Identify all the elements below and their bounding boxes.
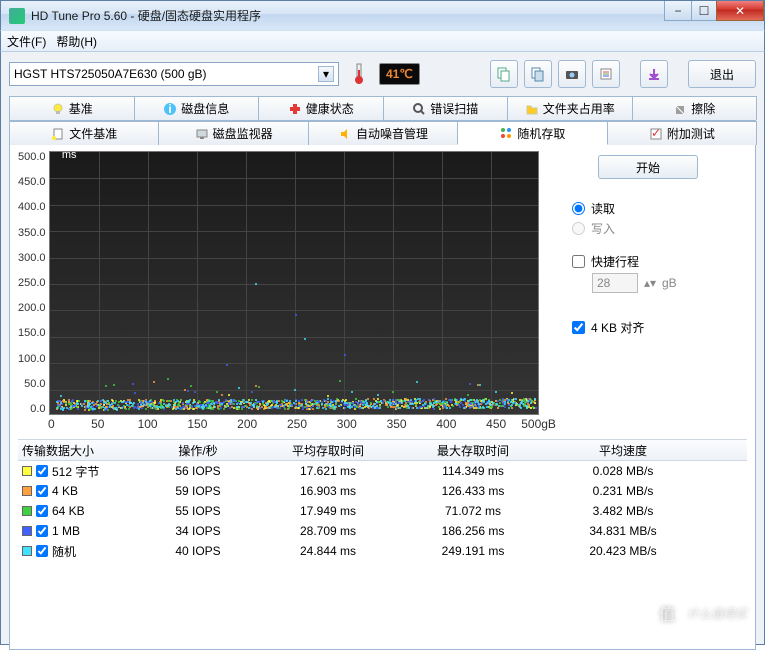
search-icon — [412, 102, 426, 116]
results-header: 传输数据大小操作/秒平均存取时间最大存取时间平均速度 — [18, 439, 747, 461]
read-radio[interactable]: 读取 — [572, 200, 747, 217]
tab-search[interactable]: 错误扫描 — [383, 96, 509, 120]
options-button[interactable] — [592, 60, 620, 88]
chart-x-axis: 050100150200250300350400450500gB — [48, 415, 556, 431]
folder-icon — [525, 102, 539, 116]
toolbar: HGST HTS725050A7E630 (500 gB) ▾ 41℃ 退出 — [9, 60, 756, 88]
temperature-value: 41℃ — [379, 63, 420, 85]
table-row: 64 KB55 IOPS17.949 ms71.072 ms3.482 MB/s — [18, 501, 747, 521]
write-radio[interactable]: 写入 — [572, 220, 747, 237]
window-frame: HGST HTS725050A7E630 (500 gB) ▾ 41℃ 退出 基… — [0, 52, 765, 645]
drive-select-value: HGST HTS725050A7E630 (500 gB) — [14, 67, 207, 81]
tab-erase[interactable]: 擦除 — [632, 96, 758, 120]
shortstroke-size: 28 ▴▾ gB — [572, 273, 747, 293]
color-swatch — [22, 506, 32, 516]
side-panel: 开始 读取 写入 快捷行程 28 ▴▾ gB 4 KB 对齐 — [568, 151, 747, 431]
copy-info-button[interactable] — [490, 60, 518, 88]
tabs-row-2: 文件基准磁盘监视器自动噪音管理随机存取✓附加测试 — [9, 121, 756, 145]
table-row: 512 字节56 IOPS17.621 ms114.349 ms0.028 MB… — [18, 461, 747, 481]
maximize-button[interactable]: ☐ — [691, 1, 717, 21]
tab-folder[interactable]: 文件夹占用率 — [507, 96, 633, 120]
window-title: HD Tune Pro 5.60 - 硬盘/固态硬盘实用程序 — [31, 7, 261, 24]
row-checkbox[interactable] — [36, 465, 48, 477]
tab-info[interactable]: i磁盘信息 — [134, 96, 260, 120]
shortstroke-check[interactable]: 快捷行程 — [572, 253, 747, 270]
color-swatch — [22, 486, 32, 496]
row-checkbox[interactable] — [36, 525, 48, 537]
color-swatch — [22, 546, 32, 556]
monitor-icon — [195, 127, 209, 141]
results-table: 传输数据大小操作/秒平均存取时间最大存取时间平均速度 512 字节56 IOPS… — [18, 439, 747, 561]
start-button[interactable]: 开始 — [598, 155, 698, 179]
align-check[interactable]: 4 KB 对齐 — [572, 319, 747, 336]
screenshot-button[interactable] — [558, 60, 586, 88]
row-checkbox[interactable] — [36, 485, 48, 497]
menubar: 文件(F) 帮助(H) — [0, 30, 765, 52]
drive-select[interactable]: HGST HTS725050A7E630 (500 gB) ▾ — [9, 62, 339, 86]
table-row: 1 MB34 IOPS28.709 ms186.256 ms34.831 MB/… — [18, 521, 747, 541]
chevron-down-icon: ▾ — [318, 66, 334, 82]
copy-screenshot-button[interactable] — [524, 60, 552, 88]
color-swatch — [22, 526, 32, 536]
svg-text:i: i — [169, 102, 172, 116]
menu-file[interactable]: 文件(F) — [7, 33, 46, 50]
color-swatch — [22, 466, 32, 476]
exit-button[interactable]: 退出 — [688, 60, 756, 88]
minimize-button[interactable]: − — [664, 1, 692, 21]
table-row: 4 KB59 IOPS16.903 ms126.433 ms0.231 MB/s — [18, 481, 747, 501]
tab-content: ms 500.0450.0400.0350.0300.0250.0200.015… — [9, 145, 756, 650]
y-axis-unit: ms — [62, 149, 77, 161]
table-row: 随机40 IOPS24.844 ms249.191 ms20.423 MB/s — [18, 541, 747, 561]
tabs-row-1: 基准i磁盘信息健康状态错误扫描文件夹占用率擦除 — [9, 96, 756, 121]
tab-monitor[interactable]: 磁盘监视器 — [158, 121, 308, 145]
tab-bulb[interactable]: 基准 — [9, 96, 135, 120]
random-icon — [499, 126, 513, 140]
filebench-icon — [51, 127, 65, 141]
tab-sound[interactable]: 自动噪音管理 — [308, 121, 458, 145]
scatter-chart — [49, 151, 539, 415]
menu-help[interactable]: 帮助(H) — [56, 33, 97, 50]
svg-text:✓: ✓ — [651, 127, 661, 140]
tab-filebench[interactable]: 文件基准 — [9, 121, 159, 145]
extra-icon: ✓ — [649, 127, 663, 141]
bulb-icon — [51, 102, 65, 116]
tab-random[interactable]: 随机存取 — [457, 121, 607, 145]
save-button[interactable] — [640, 60, 668, 88]
info-icon: i — [163, 102, 177, 116]
chart-y-axis: ms 500.0450.0400.0350.0300.0250.0200.015… — [18, 151, 49, 415]
erase-icon — [673, 102, 687, 116]
thermometer-icon — [345, 60, 373, 88]
tab-health[interactable]: 健康状态 — [258, 96, 384, 120]
titlebar: HD Tune Pro 5.60 - 硬盘/固态硬盘实用程序 − ☐ ✕ — [0, 0, 765, 30]
row-checkbox[interactable] — [36, 505, 48, 517]
sound-icon — [338, 127, 352, 141]
health-icon — [288, 102, 302, 116]
tab-extra[interactable]: ✓附加测试 — [607, 121, 757, 145]
close-button[interactable]: ✕ — [716, 1, 764, 21]
app-icon — [9, 8, 25, 24]
row-checkbox[interactable] — [36, 545, 48, 557]
